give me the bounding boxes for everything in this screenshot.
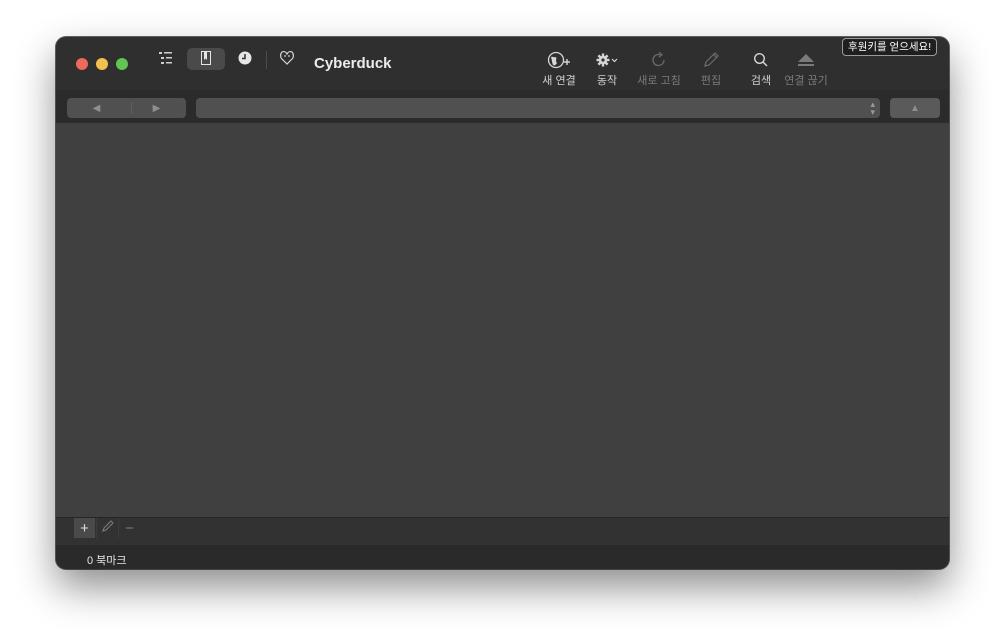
path-dropdown[interactable]: ▴ ▾ bbox=[196, 98, 880, 118]
minus-icon: − bbox=[125, 519, 134, 537]
outline-view-button[interactable] bbox=[147, 48, 185, 70]
donate-badge[interactable]: 후원키를 얻으세요! bbox=[842, 38, 938, 56]
bookmark-list[interactable] bbox=[56, 123, 949, 517]
clock-icon bbox=[238, 51, 252, 68]
plus-icon: + bbox=[80, 519, 89, 537]
add-bookmark-button[interactable]: + bbox=[74, 518, 95, 538]
back-arrow-icon: ◀ bbox=[92, 102, 101, 114]
pencil-icon bbox=[101, 519, 115, 537]
bookmark-icon bbox=[201, 50, 211, 68]
refresh-button[interactable]: 새로 고침 bbox=[629, 49, 689, 88]
status-bar: 0 북마크 bbox=[56, 545, 949, 569]
edit-bookmark-button[interactable] bbox=[96, 518, 118, 538]
bookmarks-view-button[interactable] bbox=[187, 48, 225, 70]
remove-bookmark-button[interactable]: − bbox=[118, 518, 140, 538]
up-arrow-icon: ▲ bbox=[910, 102, 920, 114]
close-window-button[interactable] bbox=[76, 58, 88, 70]
disconnect-label: 연결 끊기 bbox=[784, 75, 828, 87]
refresh-label: 새로 고침 bbox=[637, 75, 681, 87]
app-title: Cyberduck bbox=[314, 55, 392, 72]
chevron-updown-icon: ▴ ▾ bbox=[870, 99, 875, 117]
titlebar: Cyberduck 새 연결 동작 새로 고침 편집 검색 연결 끊기 후원키를… bbox=[56, 37, 949, 90]
bookmark-count: 0 북마크 bbox=[87, 555, 127, 567]
eject-icon bbox=[776, 49, 836, 71]
back-forward-group: ◀ ▶ bbox=[67, 98, 186, 118]
cyberduck-window: Cyberduck 새 연결 동작 새로 고침 편집 검색 연결 끊기 후원키를… bbox=[56, 37, 949, 569]
forward-button[interactable]: ▶ bbox=[127, 98, 186, 118]
gear-icon bbox=[577, 49, 637, 71]
refresh-icon bbox=[629, 49, 689, 71]
bonjour-view-button[interactable] bbox=[268, 48, 306, 70]
back-button[interactable]: ◀ bbox=[67, 98, 126, 118]
disconnect-button[interactable]: 연결 끊기 bbox=[776, 49, 836, 88]
minimize-window-button[interactable] bbox=[96, 58, 108, 70]
bookmark-actions-bar: + − bbox=[56, 517, 949, 546]
toolbar-separator bbox=[266, 51, 267, 69]
outline-view-icon bbox=[159, 51, 173, 67]
bonjour-icon bbox=[279, 50, 295, 68]
action-menu-button[interactable]: 동작 bbox=[577, 49, 637, 88]
parent-directory-button[interactable]: ▲ bbox=[890, 98, 940, 118]
maximize-window-button[interactable] bbox=[116, 58, 128, 70]
navigation-bar: ◀ ▶ ▴ ▾ ▲ bbox=[56, 90, 949, 123]
action-label: 동작 bbox=[596, 75, 618, 87]
forward-arrow-icon: ▶ bbox=[152, 102, 161, 114]
history-view-button[interactable] bbox=[226, 48, 264, 70]
